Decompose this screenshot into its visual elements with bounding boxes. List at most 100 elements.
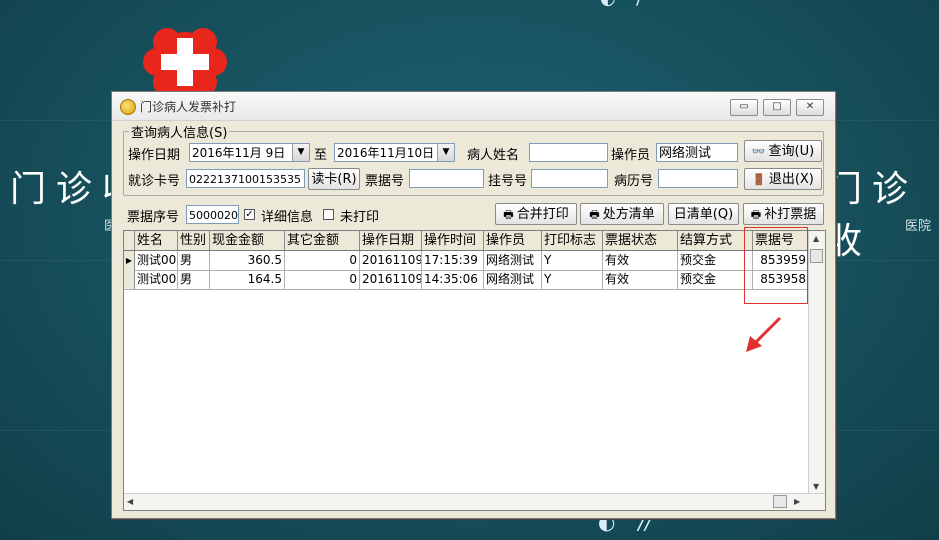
cell-operator: 网络测试 <box>484 251 542 270</box>
cell-status: 有效 <box>603 270 678 289</box>
cell-time: 17:15:39 <box>422 251 484 270</box>
column-header[interactable]: 结算方式 <box>678 231 753 250</box>
row-pointer-icon: ▶ <box>124 251 135 270</box>
query-button[interactable]: 👓 查询(U) <box>744 140 822 162</box>
column-header[interactable]: 性别 <box>178 231 210 250</box>
column-header[interactable]: 操作员 <box>484 231 542 250</box>
cell-gender: 男 <box>178 251 210 270</box>
cell-name: 测试0001 <box>135 270 178 289</box>
window-title: 门诊病人发票补打 <box>140 100 237 114</box>
vertical-scrollbar[interactable]: ▲ ▼ <box>808 231 825 494</box>
vertical-scroll-thumb[interactable] <box>810 249 823 263</box>
chevron-down-icon[interactable]: ▼ <box>292 144 309 161</box>
cell-date: 20161109 <box>360 251 422 270</box>
printer-icon: 🖶 <box>589 208 600 221</box>
close-icon: ✕ <box>805 101 815 112</box>
serial-input[interactable]: 5000020 <box>186 205 239 224</box>
scroll-up-icon[interactable]: ▲ <box>813 234 819 243</box>
close-button[interactable]: ✕ <box>796 99 824 116</box>
cell-time: 14:35:06 <box>422 270 484 289</box>
printer-icon: 🖶 <box>503 208 514 221</box>
header-indicator <box>124 231 135 250</box>
cell-settlement: 预交金 <box>678 251 753 270</box>
detail-label: 详细信息 <box>261 210 314 225</box>
receipt-input[interactable] <box>409 169 484 188</box>
cell-cash: 164.5 <box>210 270 285 289</box>
invoice-reprint-window: 门诊病人发票补打 ▭ □ ✕ 查询病人信息(S) 操作日期 2016年11月 9… <box>111 91 836 519</box>
date-to-value: 2016年11月10日 <box>337 146 435 160</box>
cell-other: 0 <box>285 270 360 289</box>
read-card-button[interactable]: 读卡(R) <box>308 168 360 190</box>
row-indicator <box>124 270 135 289</box>
scroll-right-icon[interactable]: ▶ <box>794 497 800 506</box>
chevron-down-icon[interactable]: ▼ <box>437 144 454 161</box>
register-label: 挂号号 <box>488 174 528 189</box>
restore-icon: □ <box>772 101 782 112</box>
binoculars-icon: 👓 <box>751 145 766 158</box>
patient-name-input[interactable] <box>529 143 608 162</box>
register-input[interactable] <box>531 169 608 188</box>
scroll-down-icon[interactable]: ▼ <box>813 482 819 491</box>
card-number-input[interactable]: 0222137100153535 <box>186 169 305 188</box>
serial-label: 票据序号 <box>127 210 180 225</box>
top-logo: ◐ ˜ ∕ <box>600 0 642 9</box>
operator-input[interactable]: 网络测试 <box>656 143 738 162</box>
app-icon <box>120 99 136 115</box>
title-bar[interactable]: 门诊病人发票补打 ▭ □ ✕ <box>112 92 835 121</box>
date-from-value: 2016年11月 9日 <box>192 146 286 160</box>
column-header[interactable]: 操作日期 <box>360 231 422 250</box>
record-input[interactable] <box>658 169 738 188</box>
reprint-label: 补打票据 <box>764 207 817 222</box>
column-header[interactable]: 现金金额 <box>210 231 285 250</box>
date-label: 操作日期 <box>128 148 181 163</box>
horizontal-scroll-thumb[interactable] <box>773 495 787 508</box>
exit-button-label: 退出(X) <box>768 172 814 187</box>
exit-door-icon: 🚪 <box>752 173 766 186</box>
unprinted-checkbox[interactable] <box>323 209 334 220</box>
prescription-list-button[interactable]: 🖶 处方清单 <box>580 203 664 225</box>
cell-settlement: 预交金 <box>678 270 753 289</box>
query-group-label: 查询病人信息(S) <box>129 122 230 141</box>
to-label: 至 <box>314 148 328 163</box>
cell-date: 20161109 <box>360 270 422 289</box>
receipt-label: 票据号 <box>365 174 405 189</box>
cell-gender: 男 <box>178 270 210 289</box>
card-label: 就诊卡号 <box>128 174 181 189</box>
merge-print-button[interactable]: 🖶 合并打印 <box>495 203 577 225</box>
column-header[interactable]: 打印标志 <box>542 231 603 250</box>
cell-cash: 360.5 <box>210 251 285 270</box>
red-arrow-annotation <box>746 316 782 352</box>
table-row[interactable]: 测试0001 男 164.5 0 20161109 14:35:06 网络测试 … <box>124 270 809 290</box>
merge-print-label: 合并打印 <box>516 207 569 222</box>
restore-button[interactable]: □ <box>763 99 791 116</box>
background-title-right: 门诊收 <box>826 169 919 262</box>
operator-label: 操作员 <box>611 148 651 163</box>
horizontal-scrollbar[interactable]: ◀ ▶ <box>124 493 825 510</box>
printer-icon: 🖶 <box>750 208 762 221</box>
record-label: 病历号 <box>614 174 654 189</box>
cell-status: 有效 <box>603 251 678 270</box>
receipt-highlight-box <box>744 227 808 304</box>
column-header[interactable]: 票据状态 <box>603 231 678 250</box>
date-from-picker[interactable]: 2016年11月 9日 ▼ <box>189 143 310 162</box>
patient-name-label: 病人姓名 <box>467 148 520 163</box>
grid-header: 姓名 性别 现金金额 其它金额 操作日期 操作时间 操作员 打印标志 票据状态 … <box>124 231 809 251</box>
column-header[interactable]: 操作时间 <box>422 231 484 250</box>
detail-checkbox[interactable]: ✓ <box>244 209 255 220</box>
cell-print-flag: Y <box>542 270 603 289</box>
cell-operator: 网络测试 <box>484 270 542 289</box>
cell-name: 测试0001 <box>135 251 178 270</box>
column-header[interactable]: 其它金额 <box>285 231 360 250</box>
scroll-left-icon[interactable]: ◀ <box>127 497 133 506</box>
invoice-grid: 姓名 性别 现金金额 其它金额 操作日期 操作时间 操作员 打印标志 票据状态 … <box>123 230 826 511</box>
daily-list-button[interactable]: 日清单(Q) <box>668 203 739 225</box>
unprinted-label: 未打印 <box>340 210 380 225</box>
date-to-picker[interactable]: 2016年11月10日 ▼ <box>334 143 455 162</box>
prescription-list-label: 处方清单 <box>602 207 655 222</box>
table-row[interactable]: ▶ 测试0001 男 360.5 0 20161109 17:15:39 网络测… <box>124 251 809 271</box>
query-button-label: 查询(U) <box>768 144 815 159</box>
exit-button[interactable]: 🚪 退出(X) <box>744 168 822 190</box>
reprint-button[interactable]: 🖶 补打票据 <box>743 203 824 225</box>
minimize-button[interactable]: ▭ <box>730 99 758 116</box>
column-header[interactable]: 姓名 <box>135 231 178 250</box>
